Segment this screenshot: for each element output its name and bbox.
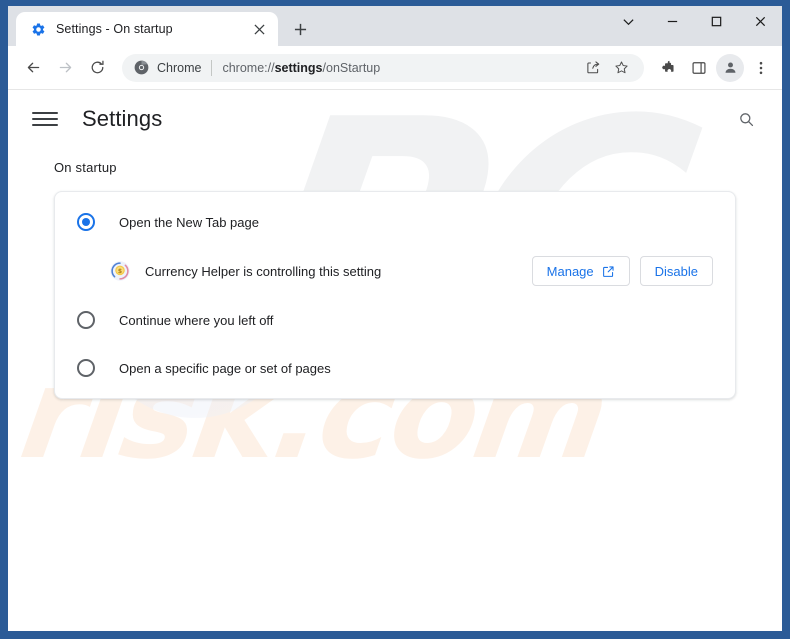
radio-button-unselected[interactable] bbox=[77, 359, 95, 377]
settings-page: PC risk.com Settings On startup bbox=[8, 90, 782, 631]
on-startup-card: Open the New Tab page $ Currency Helper … bbox=[54, 191, 736, 399]
omnibox-actions bbox=[580, 55, 634, 81]
url-prefix: chrome:// bbox=[222, 60, 275, 75]
startup-option-specific-page[interactable]: Open a specific page or set of pages bbox=[55, 344, 735, 392]
gear-icon bbox=[30, 21, 46, 37]
hamburger-menu-icon[interactable] bbox=[32, 106, 58, 132]
url-suffix: /onStartup bbox=[322, 60, 381, 75]
omnibox-url[interactable]: chrome://settings/onStartup bbox=[222, 61, 580, 75]
startup-option-continue[interactable]: Continue where you left off bbox=[55, 296, 735, 344]
address-bar[interactable]: Chrome chrome://settings/onStartup bbox=[122, 53, 644, 82]
back-arrow-icon[interactable] bbox=[18, 53, 48, 83]
external-link-icon bbox=[602, 265, 615, 278]
window-controls bbox=[606, 6, 782, 46]
radio-button-selected[interactable] bbox=[77, 213, 95, 231]
minimize-icon[interactable] bbox=[650, 6, 694, 37]
tab-strip: Settings - On startup bbox=[8, 6, 782, 46]
browser-tab-settings[interactable]: Settings - On startup bbox=[16, 12, 278, 46]
tab-title: Settings - On startup bbox=[56, 22, 173, 36]
startup-option-label: Open a specific page or set of pages bbox=[119, 360, 331, 376]
forward-arrow-icon bbox=[50, 53, 80, 83]
puzzle-piece-icon[interactable] bbox=[652, 53, 682, 83]
browser-window: Settings - On startup Chrome chrome://se… bbox=[8, 6, 782, 631]
three-dot-menu-icon[interactable] bbox=[746, 53, 776, 83]
manage-button[interactable]: Manage bbox=[531, 256, 630, 286]
close-window-icon[interactable] bbox=[738, 6, 782, 37]
close-icon[interactable] bbox=[250, 20, 268, 38]
browser-toolbar: Chrome chrome://settings/onStartup bbox=[8, 46, 782, 90]
person-avatar-icon[interactable] bbox=[716, 53, 744, 82]
radio-button-unselected[interactable] bbox=[77, 311, 95, 329]
page-title: Settings bbox=[82, 106, 163, 131]
settings-header: Settings bbox=[8, 90, 782, 148]
svg-text:$: $ bbox=[118, 268, 122, 275]
omnibox-separator bbox=[211, 59, 213, 76]
section-title: On startup bbox=[54, 160, 117, 175]
star-icon[interactable] bbox=[608, 55, 634, 81]
browser-window-frame: Settings - On startup Chrome chrome://se… bbox=[0, 0, 790, 639]
search-icon[interactable] bbox=[732, 105, 760, 133]
url-bold-segment: settings bbox=[274, 60, 323, 75]
new-tab-button[interactable] bbox=[286, 15, 314, 43]
startup-option-new-tab[interactable]: Open the New Tab page bbox=[55, 198, 735, 246]
disable-button-label: Disable bbox=[654, 263, 698, 279]
startup-option-label: Open the New Tab page bbox=[119, 214, 259, 230]
extension-control-notice: $ Currency Helper is controlling this se… bbox=[55, 246, 735, 296]
currency-helper-extension-icon: $ bbox=[109, 260, 131, 282]
manage-button-label: Manage bbox=[546, 263, 594, 279]
omnibox-chip-label: Chrome bbox=[157, 60, 202, 75]
reload-icon[interactable] bbox=[82, 53, 112, 83]
extension-notice-text: Currency Helper is controlling this sett… bbox=[145, 263, 382, 279]
side-panel-icon[interactable] bbox=[684, 53, 714, 83]
share-icon[interactable] bbox=[580, 55, 606, 81]
toolbar-right-actions bbox=[652, 53, 776, 83]
disable-button[interactable]: Disable bbox=[639, 256, 713, 286]
startup-option-label: Continue where you left off bbox=[119, 312, 274, 328]
maximize-icon[interactable] bbox=[694, 6, 738, 37]
chevron-down-icon[interactable] bbox=[606, 6, 650, 37]
chrome-logo-icon bbox=[133, 60, 149, 76]
